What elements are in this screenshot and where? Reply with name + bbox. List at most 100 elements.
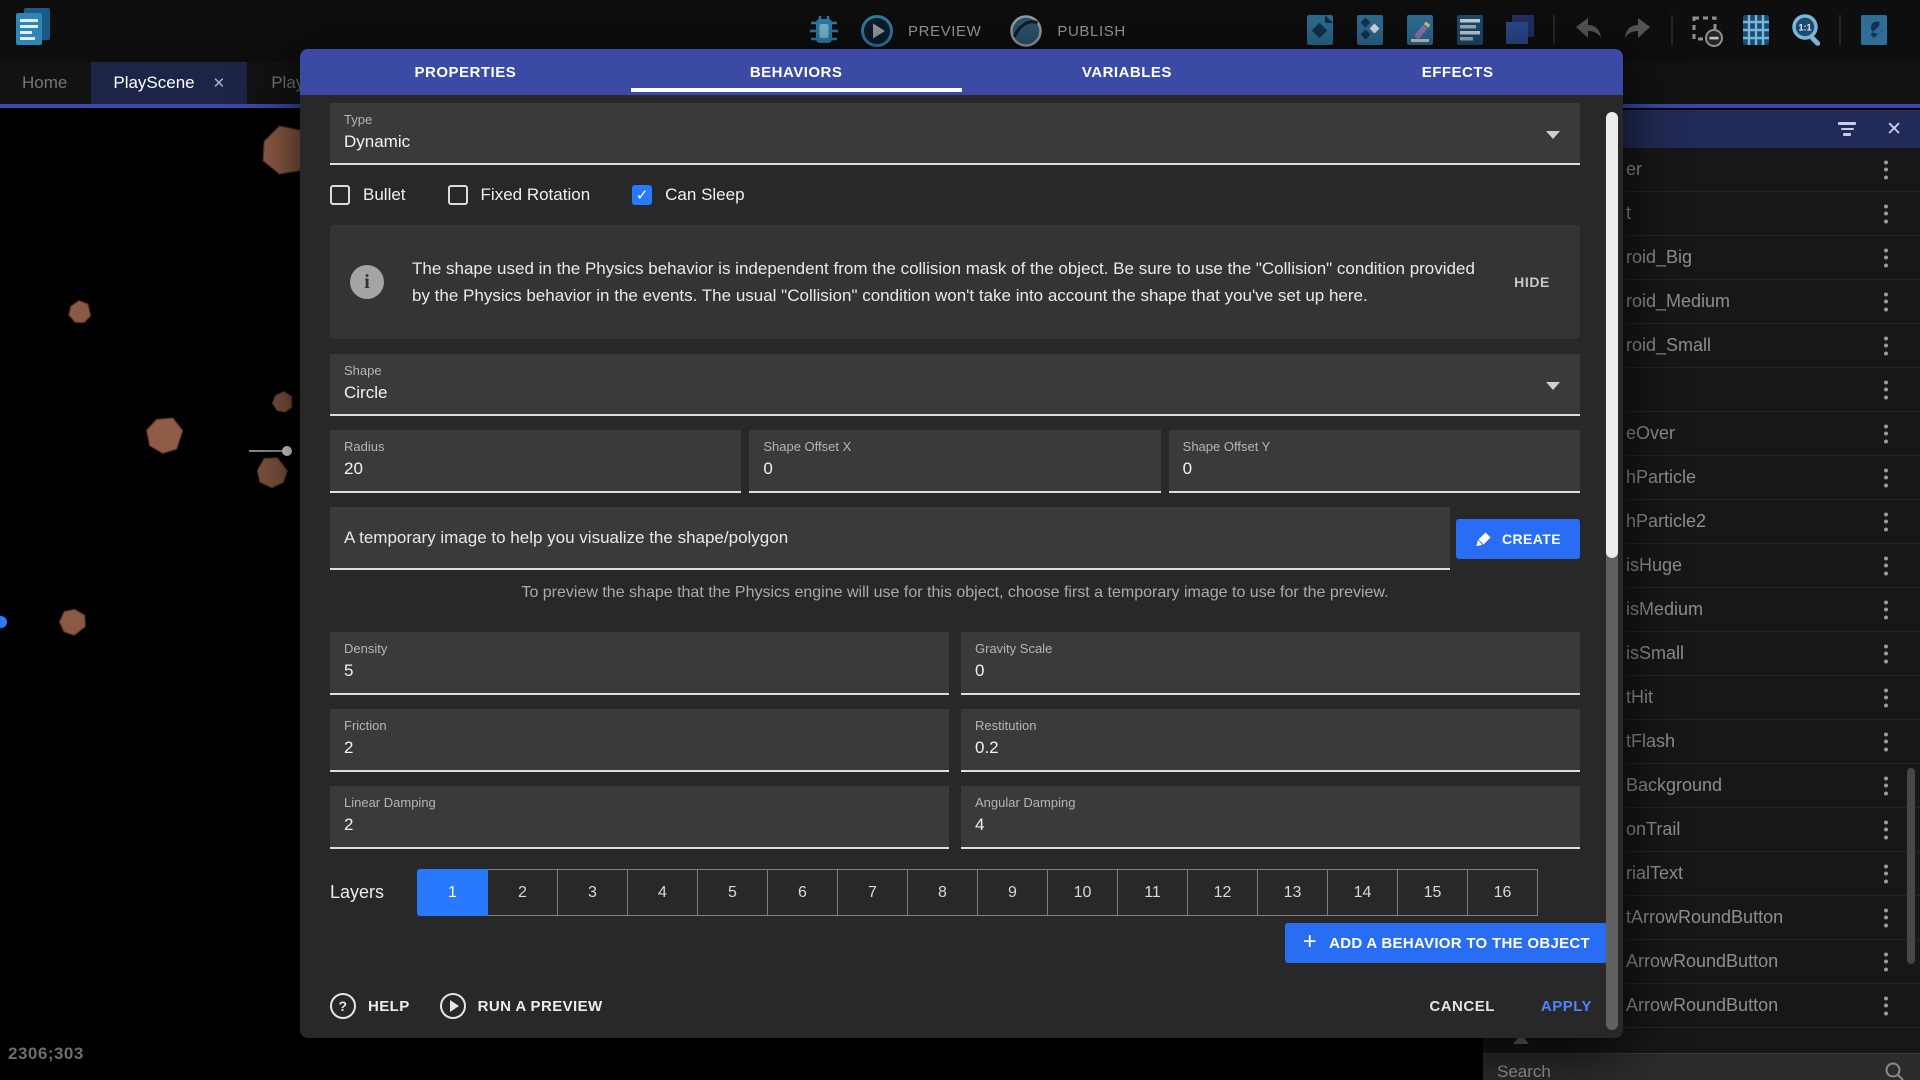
tab-properties[interactable]: PROPERTIES xyxy=(300,49,631,95)
shape-offset-x-field[interactable]: Shape Offset X0 xyxy=(749,430,1160,493)
layer-15-button[interactable]: 15 xyxy=(1397,869,1468,916)
project-manager-icon[interactable] xyxy=(10,5,56,60)
layer-5-button[interactable]: 5 xyxy=(697,869,768,916)
layer-2-button[interactable]: 2 xyxy=(487,869,558,916)
debugger-icon[interactable] xyxy=(802,9,846,53)
row-menu-icon[interactable] xyxy=(1884,776,1888,795)
row-menu-icon[interactable] xyxy=(1884,996,1888,1015)
layers-label: Layers xyxy=(330,882,418,903)
layer-4-button[interactable]: 4 xyxy=(627,869,698,916)
row-menu-icon[interactable] xyxy=(1884,908,1888,927)
layer-10-button[interactable]: 10 xyxy=(1047,869,1118,916)
hide-button[interactable]: HIDE xyxy=(1504,266,1560,298)
objects-cubes-icon[interactable] xyxy=(1348,8,1392,52)
tab-behaviors[interactable]: BEHAVIORS xyxy=(631,49,962,95)
density-field[interactable]: Density5 xyxy=(330,632,949,695)
undo-icon[interactable] xyxy=(1566,8,1610,52)
asteroid-object[interactable] xyxy=(68,299,93,324)
tab-variables[interactable]: VARIABLES xyxy=(962,49,1293,95)
layer-11-button[interactable]: 11 xyxy=(1117,869,1188,916)
help-button[interactable]: ? HELP xyxy=(330,993,410,1019)
row-menu-icon[interactable] xyxy=(1884,160,1888,179)
row-menu-icon[interactable] xyxy=(1884,424,1888,443)
close-icon[interactable]: ✕ xyxy=(1886,120,1902,139)
create-button-label: CREATE xyxy=(1502,531,1561,547)
fixed-rotation-checkbox[interactable]: Fixed Rotation xyxy=(448,185,591,205)
editor-tab-home[interactable]: Home xyxy=(0,62,89,104)
editor-tab-playscene[interactable]: PlayScene✕ xyxy=(91,62,247,104)
publish-icon[interactable] xyxy=(1004,9,1048,53)
preview-icon[interactable] xyxy=(855,9,899,53)
row-menu-icon[interactable] xyxy=(1884,292,1888,311)
shape-offset-y-field[interactable]: Shape Offset Y0 xyxy=(1169,430,1580,493)
shape-select-field[interactable]: Shape Circle xyxy=(330,354,1580,416)
run-preview-button[interactable]: RUN A PREVIEW xyxy=(440,993,603,1019)
create-image-button[interactable]: CREATE xyxy=(1456,519,1580,559)
zoom-original-icon[interactable]: 1:1 xyxy=(1784,8,1828,52)
redo-icon[interactable] xyxy=(1616,8,1660,52)
row-menu-icon[interactable] xyxy=(1884,380,1888,399)
instances-list-icon[interactable] xyxy=(1448,8,1492,52)
shape-field-value: Circle xyxy=(344,383,1566,403)
object-row-label: isSmall xyxy=(1626,643,1684,664)
panel-scrollbar-thumb[interactable] xyxy=(1907,768,1915,964)
publish-label[interactable]: PUBLISH xyxy=(1057,23,1125,40)
dialog-scrollbar-thumb[interactable] xyxy=(1606,112,1618,558)
help-label: HELP xyxy=(368,998,410,1015)
friction-field[interactable]: Friction2 xyxy=(330,709,949,772)
linear-damping-field[interactable]: Linear Damping2 xyxy=(330,786,949,849)
row-menu-icon[interactable] xyxy=(1884,688,1888,707)
layer-7-button[interactable]: 7 xyxy=(837,869,908,916)
temporary-image-field[interactable]: A temporary image to help you visualize … xyxy=(330,507,1450,570)
row-menu-icon[interactable] xyxy=(1884,556,1888,575)
layer-16-button[interactable]: 16 xyxy=(1467,869,1538,916)
scene-edit-icon[interactable] xyxy=(1298,8,1342,52)
row-menu-icon[interactable] xyxy=(1884,644,1888,663)
asteroid-object[interactable] xyxy=(254,454,290,491)
asteroid-object[interactable] xyxy=(57,607,89,638)
radius-field[interactable]: Radius20 xyxy=(330,430,741,493)
pencil-icon[interactable] xyxy=(1398,8,1442,52)
filter-icon[interactable] xyxy=(1838,122,1856,136)
row-menu-icon[interactable] xyxy=(1884,820,1888,839)
row-menu-icon[interactable] xyxy=(1884,468,1888,487)
row-menu-icon[interactable] xyxy=(1884,952,1888,971)
setup-grid-icon[interactable] xyxy=(1852,8,1896,52)
layer-13-button[interactable]: 13 xyxy=(1257,869,1328,916)
clear-selection-icon[interactable] xyxy=(1684,8,1728,52)
layer-3-button[interactable]: 3 xyxy=(557,869,628,916)
selection-handle-dot[interactable] xyxy=(282,446,292,456)
add-behavior-button[interactable]: + ADD A BEHAVIOR TO THE OBJECT xyxy=(1285,923,1608,963)
asteroid-object[interactable] xyxy=(271,389,296,414)
row-menu-icon[interactable] xyxy=(1884,204,1888,223)
search-input[interactable] xyxy=(1497,1062,1884,1080)
row-menu-icon[interactable] xyxy=(1884,512,1888,531)
tab-effects[interactable]: EFFECTS xyxy=(1292,49,1623,95)
cancel-button[interactable]: CANCEL xyxy=(1429,998,1495,1015)
layer-9-button[interactable]: 9 xyxy=(977,869,1048,916)
angular-damping-field[interactable]: Angular Damping4 xyxy=(961,786,1580,849)
gravity-scale-field[interactable]: Gravity Scale0 xyxy=(961,632,1580,695)
layer-8-button[interactable]: 8 xyxy=(907,869,978,916)
layers-icon[interactable] xyxy=(1498,8,1542,52)
layer-1-button[interactable]: 1 xyxy=(417,869,488,916)
asteroid-object[interactable] xyxy=(140,410,190,460)
layer-14-button[interactable]: 14 xyxy=(1327,869,1398,916)
apply-button[interactable]: APPLY xyxy=(1541,998,1592,1015)
bullet-checkbox[interactable]: Bullet xyxy=(330,185,406,205)
close-tab-icon[interactable]: ✕ xyxy=(213,74,226,92)
field-value: 0 xyxy=(763,459,1146,479)
layer-12-button[interactable]: 12 xyxy=(1187,869,1258,916)
layer-6-button[interactable]: 6 xyxy=(767,869,838,916)
row-menu-icon[interactable] xyxy=(1884,600,1888,619)
row-menu-icon[interactable] xyxy=(1884,336,1888,355)
row-menu-icon[interactable] xyxy=(1884,248,1888,267)
grid-icon[interactable] xyxy=(1734,8,1778,52)
can-sleep-checkbox[interactable]: ✓Can Sleep xyxy=(632,185,744,205)
type-select-field[interactable]: Type Dynamic xyxy=(330,103,1580,165)
restitution-field[interactable]: Restitution0.2 xyxy=(961,709,1580,772)
physics-param-row: Friction2Restitution0.2 xyxy=(330,709,1580,772)
row-menu-icon[interactable] xyxy=(1884,732,1888,751)
preview-label[interactable]: PREVIEW xyxy=(908,23,981,40)
row-menu-icon[interactable] xyxy=(1884,864,1888,883)
